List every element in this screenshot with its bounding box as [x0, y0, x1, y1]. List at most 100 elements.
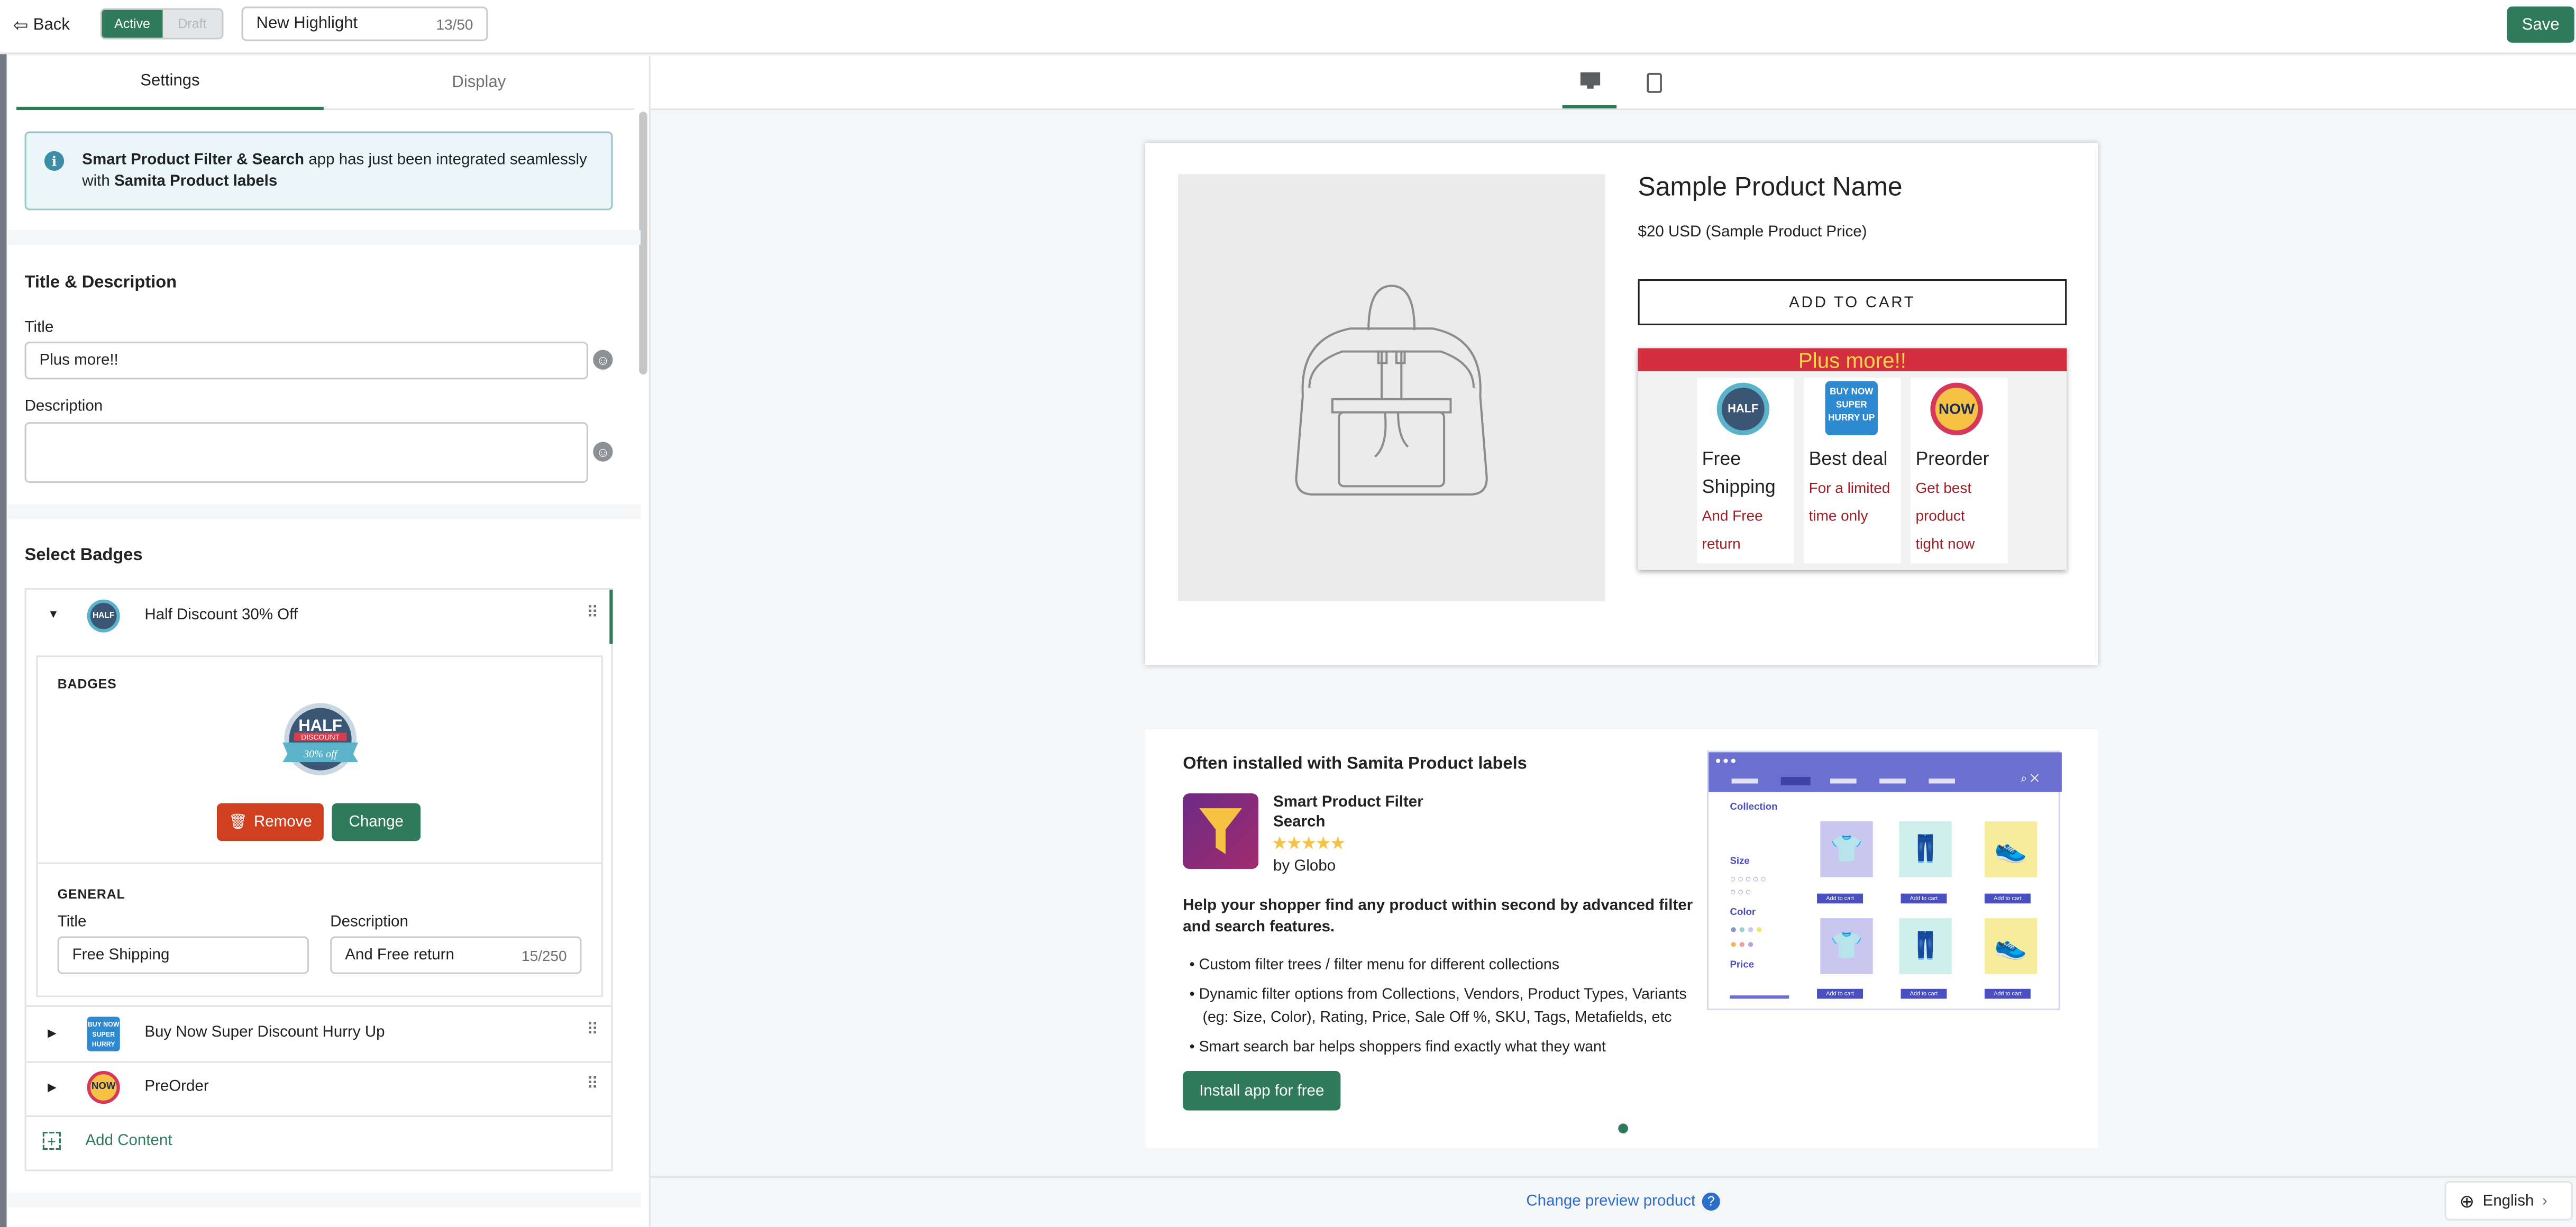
expand-triangle-icon[interactable]: ▶ — [48, 1027, 57, 1040]
install-app-button[interactable]: Install app for free — [1183, 1071, 1341, 1111]
mock-add-button: Add to cart — [1817, 893, 1864, 904]
badge-item-buy-now[interactable]: ▶ BUY NOW SUPER HURRY Buy Now Super Discou… — [26, 1007, 613, 1061]
highlight-item: HALF Free Shipping And Free return — [1697, 378, 1794, 564]
mobile-view-tab[interactable] — [1627, 56, 1680, 108]
highlight-desc-line: product — [1915, 507, 1965, 524]
mock-color-label: Color — [1730, 908, 1756, 919]
add-to-cart-button[interactable]: ADD TO CART — [1638, 279, 2067, 325]
status-active[interactable]: Active — [102, 10, 163, 38]
tab-settings[interactable]: Settings — [16, 56, 324, 111]
badge-item-preorder[interactable]: ▶ NOW PreOrder ⠿ — [26, 1063, 613, 1115]
badge-description-count: 15/250 — [522, 947, 567, 964]
badge-description-value: And Free return — [345, 946, 454, 965]
mock-price-slider — [1730, 995, 1789, 999]
change-preview-label: Change preview product — [1526, 1192, 1696, 1211]
mock-add-button: Add to cart — [1901, 893, 1947, 904]
half-discount-badge-icon: HALF — [1716, 382, 1770, 436]
upsell-by: by Globo — [1273, 857, 1336, 876]
save-button[interactable]: Save — [2507, 6, 2574, 43]
description-input[interactable] — [24, 422, 588, 483]
mock-add-button: Add to cart — [1984, 988, 2031, 999]
highlight-item: BUY NOW SUPER HURRY UP Best deal For a lim… — [1804, 378, 1901, 564]
highlight-name-value: New Highlight — [256, 14, 358, 33]
rating-stars-icon: ★★★★★ — [1271, 834, 1346, 855]
highlight-title-line: Free — [1702, 450, 1741, 470]
collapse-triangle-icon[interactable]: ▼ — [48, 609, 59, 621]
emoji-picker-icon[interactable]: ☺ — [593, 442, 613, 462]
highlight-name-input[interactable]: New Highlight 13/50 — [241, 6, 488, 41]
remove-badge-button[interactable]: 🗑 Remove — [216, 803, 324, 841]
language-selector[interactable]: ⊕ English › — [2444, 1181, 2573, 1221]
change-badge-button[interactable]: Change — [332, 803, 421, 841]
badge-item-half-discount[interactable]: ▼ HALF Half Discount 30% Off ⠿ — [26, 590, 613, 644]
highlight-desc-line: Get best — [1915, 479, 1972, 496]
section-divider — [8, 1192, 641, 1207]
app-root: ⇦ Back Active Draft New Highlight 13/50 … — [0, 0, 2576, 1227]
badges-section-label: BADGES — [57, 676, 117, 692]
highlight-block: Plus more!! HALF Free Shipping And Free … — [1638, 347, 2067, 570]
svg-text:DISCOUNT: DISCOUNT — [301, 732, 340, 741]
status-draft[interactable]: Draft — [162, 10, 222, 38]
highlight-item-desc: And Free return — [1702, 502, 1763, 558]
divider — [650, 1176, 2576, 1178]
section-divider — [8, 230, 641, 245]
drag-handle-icon[interactable]: ⠿ — [587, 605, 599, 622]
app-name-line: Search — [1273, 813, 1326, 831]
general-section-label: GENERAL — [57, 887, 125, 902]
mock-pants-icon: 👖 — [1899, 918, 1952, 974]
product-price: $20 USD (Sample Product Price) — [1638, 223, 1867, 242]
highlight-item-title: Free Shipping — [1702, 447, 1776, 503]
bullet-item: • Smart search bar helps shoppers find e… — [1189, 1038, 1606, 1055]
title-input[interactable]: Plus more!! — [24, 342, 588, 380]
badge-title-value: Free Shipping — [72, 946, 170, 965]
mock-nav-bar — [1780, 777, 1811, 785]
mock-nav-bar — [1879, 779, 1906, 784]
section-divider — [8, 504, 641, 519]
highlight-item-desc: For a limited time only — [1809, 475, 1890, 531]
desktop-icon — [1579, 72, 1600, 89]
badge-item-name: Half Discount 30% Off — [144, 606, 298, 625]
mock-add-button: Add to cart — [1817, 988, 1864, 999]
preorder-badge-icon: NOW — [1930, 382, 1983, 436]
add-content-button[interactable]: + Add Content — [26, 1117, 613, 1169]
expand-triangle-icon[interactable]: ▶ — [48, 1081, 57, 1094]
drag-handle-icon[interactable]: ⠿ — [587, 1022, 599, 1040]
carousel-dot[interactable] — [1618, 1123, 1628, 1134]
product-image — [1177, 174, 1605, 601]
upsell-app-name: Smart Product Filter Search — [1273, 793, 1423, 833]
product-name: Sample Product Name — [1638, 174, 1903, 203]
banner-app-name: Smart Product Filter & Search — [82, 151, 305, 169]
drag-handle-icon[interactable]: ⠿ — [587, 1076, 599, 1094]
tab-display[interactable]: Display — [324, 56, 634, 110]
upsell-tagline: Help your shopper find any product withi… — [1183, 895, 1693, 938]
title-desc-heading: Title & Description — [24, 272, 177, 292]
half-discount-badge-preview-icon: HALF DISCOUNT 30% off — [281, 700, 360, 782]
change-preview-product-link[interactable]: Change preview product ? — [1526, 1192, 1720, 1211]
highlight-desc-line: For a limited — [1808, 479, 1890, 496]
preorder-badge-icon: NOW — [87, 1071, 120, 1104]
mock-color-swatches-icon: ●●●● ●●● — [1730, 924, 1765, 951]
add-content-icon: + — [42, 1131, 61, 1150]
status-toggle[interactable]: Active Draft — [100, 8, 224, 40]
badge-description-input[interactable]: And Free return 15/250 — [330, 936, 582, 974]
badge-item-name: PreOrder — [144, 1077, 209, 1096]
emoji-picker-icon[interactable]: ☺ — [593, 350, 613, 370]
buy-now-badge-icon: BUY NOW SUPER HURRY — [87, 1017, 120, 1051]
highlight-item-title: Preorder — [1915, 450, 1989, 470]
upsell-bullets: • Custom filter trees / filter menu for … — [1190, 953, 1687, 1058]
bullet-item: • Dynamic filter options from Collection… — [1189, 985, 1687, 1002]
back-button[interactable]: ⇦ Back — [13, 8, 79, 41]
highlight-item-title: Best deal — [1808, 450, 1888, 470]
chevron-right-icon: › — [2542, 1192, 2547, 1210]
badge-title-label: Title — [57, 913, 87, 932]
help-icon: ? — [1702, 1192, 1720, 1211]
svg-text:HALF: HALF — [298, 716, 342, 735]
window-dots-icon: ●●● — [1715, 757, 1738, 767]
panel-tabs: Settings Display — [16, 56, 634, 111]
description-label: Description — [24, 397, 103, 416]
badge-title-input[interactable]: Free Shipping — [57, 936, 309, 974]
desktop-view-tab[interactable] — [1562, 56, 1617, 108]
mock-nav-bar — [1830, 779, 1857, 784]
bullet-item-continued: (eg: Size, Color), Rating, Price, Sale O… — [1202, 1009, 1672, 1025]
banner-product-name: Samita Product labels — [114, 172, 278, 191]
